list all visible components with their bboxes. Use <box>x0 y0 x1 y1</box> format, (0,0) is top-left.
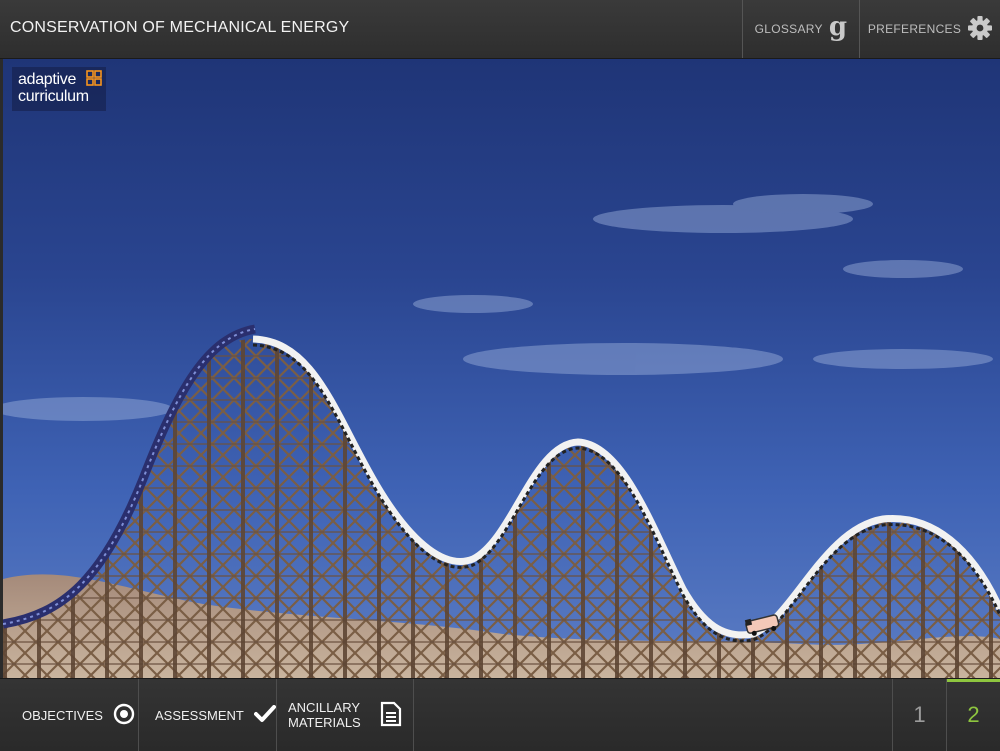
preferences-button[interactable]: PREFERENCES <box>859 0 1000 58</box>
ancillary-label-line1: ANCILLARY <box>288 700 361 715</box>
logo-text-line2: curriculum <box>18 88 89 105</box>
glossary-label: GLOSSARY <box>754 22 823 36</box>
bottom-bar: OBJECTIVES ASSESSMENT ANCILLARY MATERIAL… <box>0 678 1000 751</box>
top-bar: CONSERVATION OF MECHANICAL ENERGY GLOSSA… <box>0 0 1000 59</box>
roller-coaster-scene <box>3 194 1000 678</box>
adaptive-curriculum-logo: adaptive curriculum <box>12 67 106 111</box>
page-2-button[interactable]: 2 <box>946 679 1000 751</box>
simulation-stage[interactable]: adaptive curriculum <box>3 59 1000 678</box>
preferences-label: PREFERENCES <box>867 22 962 36</box>
target-icon <box>113 703 135 728</box>
gear-icon <box>967 15 993 44</box>
app-title: CONSERVATION OF MECHANICAL ENERGY <box>10 19 350 36</box>
assessment-button[interactable]: ASSESSMENT <box>140 679 277 751</box>
checkmark-icon <box>253 704 276 726</box>
glossary-g-icon: g <box>828 12 848 42</box>
clouds <box>3 194 993 421</box>
objectives-button[interactable]: OBJECTIVES <box>0 679 139 751</box>
glossary-button[interactable]: GLOSSARY g <box>742 0 859 58</box>
ancillary-label: ANCILLARY MATERIALS <box>288 700 361 730</box>
logo-text-line1: adaptive <box>18 71 77 88</box>
assessment-label: ASSESSMENT <box>155 707 244 723</box>
ancillary-materials-button[interactable]: ANCILLARY MATERIALS <box>278 679 414 751</box>
page-1-button[interactable]: 1 <box>892 679 946 751</box>
objectives-label: OBJECTIVES <box>22 707 103 723</box>
document-icon <box>380 701 402 730</box>
ancillary-label-line2: MATERIALS <box>288 715 361 730</box>
